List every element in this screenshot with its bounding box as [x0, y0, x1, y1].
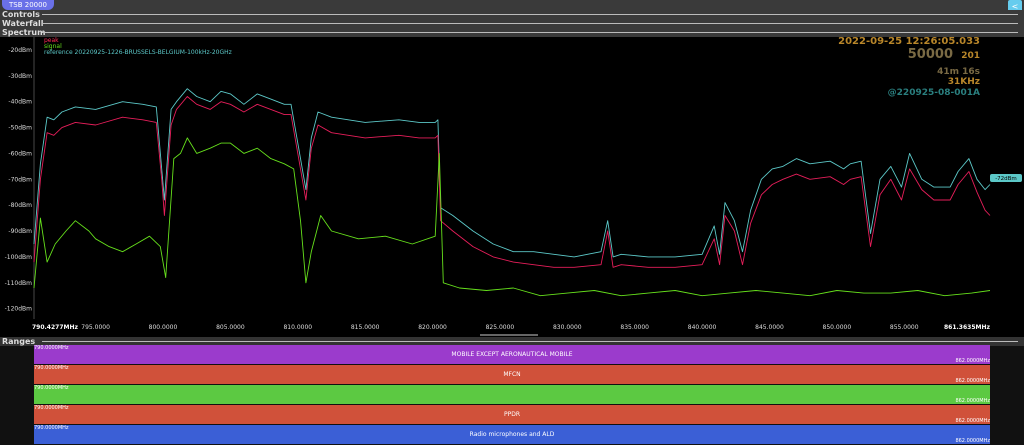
x-axis: 790.4277MHz 861.3635MHz 795.0000 800.0000 80… — [32, 324, 990, 331]
spectrum-divider — [42, 32, 1018, 33]
bandwidth: 31KHz — [948, 77, 980, 87]
x-tick-label: 820.0000 — [418, 324, 447, 331]
y-tick-label: -80dBm — [8, 202, 32, 209]
chart-background — [0, 37, 1024, 337]
controls-divider — [42, 14, 1018, 15]
x-start-label: 790.4277MHz — [32, 324, 78, 331]
sweep-count: 50000 — [908, 47, 953, 62]
y-tick-label: -40dBm — [8, 99, 32, 106]
y-tick-label: -120dBm — [5, 306, 33, 313]
timestamp: 2022-09-25 12:26:05.033 — [838, 37, 980, 47]
controls-label: Controls — [2, 10, 43, 19]
dataset-id: @220925-08-001A — [888, 88, 980, 98]
x-tick-label: 855.0000 — [890, 324, 919, 331]
range-name: MOBILE EXCEPT AERONAUTICAL MOBILE — [451, 351, 573, 358]
range-bar[interactable]: 790.0000MHz MOBILE EXCEPT AERONAUTICAL M… — [34, 345, 990, 364]
level-marker-label: -72dBm — [995, 176, 1017, 182]
x-tick-label: 800.0000 — [149, 324, 178, 331]
ranges-label: Ranges — [2, 337, 39, 346]
x-tick-label: 835.0000 — [620, 324, 649, 331]
controls-header[interactable]: Controls — [0, 10, 1024, 19]
x-tick-label: 805.0000 — [216, 324, 245, 331]
x-tick-label: 795.0000 — [81, 324, 110, 331]
ranges-panel: Ranges 790.0000MHz MOBILE EXCEPT AERONAU… — [0, 337, 1024, 445]
waterfall-header[interactable]: Waterfall — [0, 19, 1024, 28]
x-end-label: 861.3635MHz — [944, 324, 990, 331]
sweep-count-sub: 201 — [961, 51, 980, 61]
range-bar[interactable]: 790.0000MHz MFCN 862.0000MHz — [34, 365, 990, 384]
x-tick-label: 845.0000 — [755, 324, 784, 331]
x-tick-label: 840.0000 — [688, 324, 717, 331]
x-tick-label: 825.0000 — [486, 324, 515, 331]
range-end: 862.0000MHz — [955, 398, 990, 404]
x-tick-label: 830.0000 — [553, 324, 582, 331]
spectrum-header[interactable]: Spectrum — [0, 28, 1024, 37]
range-name: PPDR — [503, 411, 521, 418]
range-end: 862.0000MHz — [955, 418, 990, 424]
y-tick-label: -50dBm — [8, 125, 32, 132]
waterfall-divider — [42, 23, 1018, 24]
top-bar: TSB 20000 < — [0, 0, 1024, 13]
legend-reference: reference 20220925-1226-BRUSSELS-BELGIUM… — [44, 49, 232, 56]
waterfall-label: Waterfall — [2, 19, 47, 28]
x-tick-label: 810.0000 — [283, 324, 312, 331]
range-name: MFCN — [503, 371, 521, 378]
range-end: 862.0000MHz — [955, 378, 990, 384]
x-tick-label: 850.0000 — [823, 324, 852, 331]
range-name: Radio microphones and ALD — [469, 431, 555, 438]
tab-tsb[interactable]: TSB 20000 — [2, 0, 55, 10]
range-end: 862.0000MHz — [955, 358, 990, 364]
ranges-divider — [42, 341, 1018, 342]
y-tick-label: -70dBm — [8, 176, 32, 183]
y-tick-label: -100dBm — [5, 254, 33, 261]
y-tick-label: -20dBm — [8, 47, 32, 54]
range-bar[interactable]: 790.0000MHz 862.0000MHz — [34, 385, 990, 404]
y-tick-label: -110dBm — [5, 280, 33, 287]
range-start: 790.0000MHz — [34, 385, 69, 391]
range-bar[interactable]: 790.0000MHz Radio microphones and ALD 86… — [34, 425, 990, 444]
y-tick-label: -30dBm — [8, 73, 32, 80]
spectrum-chart[interactable]: -20dBm -30dBm -40dBm -50dBm -60dBm -70dBm -80d… — [0, 37, 1024, 337]
elapsed-time: 41m 16s — [937, 67, 980, 77]
y-tick-label: -90dBm — [8, 228, 32, 235]
range-bar[interactable]: 790.0000MHz PPDR 862.0000MHz — [34, 405, 990, 424]
x-tick-label: 815.0000 — [351, 324, 380, 331]
range-end: 862.0000MHz — [955, 438, 990, 444]
y-tick-label: -60dBm — [8, 150, 32, 157]
